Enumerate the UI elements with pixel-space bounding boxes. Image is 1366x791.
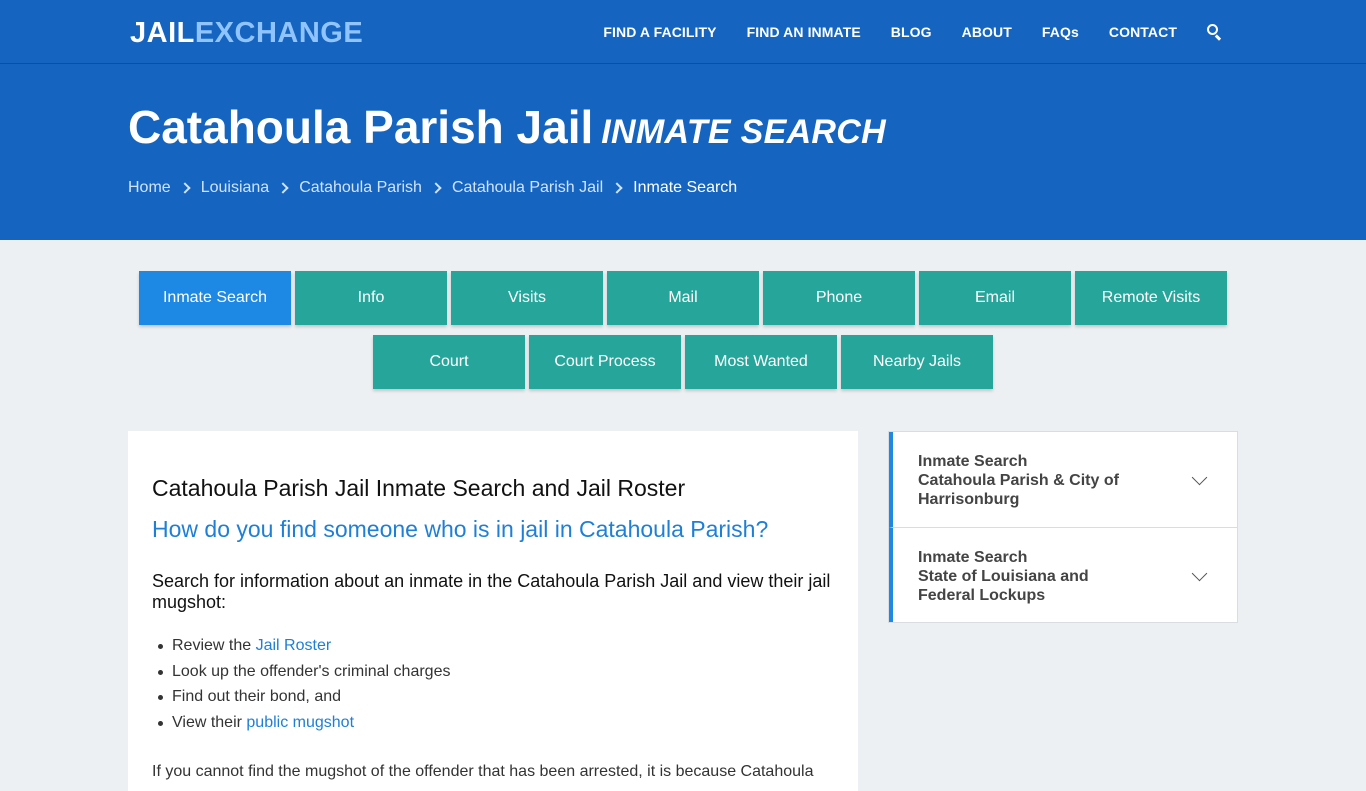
content-question: How do you find someone who is in jail i… bbox=[152, 516, 769, 542]
tab-remote-visits[interactable]: Remote Visits bbox=[1075, 271, 1227, 325]
chevron-right-icon bbox=[611, 182, 623, 194]
list-item: Find out their bond, and bbox=[158, 684, 834, 710]
main-content-card: Catahoula Parish Jail Inmate Search and … bbox=[128, 431, 858, 791]
nav-find-facility[interactable]: FIND A FACILITY bbox=[603, 24, 716, 40]
tab-court-process[interactable]: Court Process bbox=[529, 335, 681, 389]
list-item: View their public mugshot bbox=[158, 710, 834, 736]
accordion-item-louisiana-federal[interactable]: Inmate Search State of Louisiana and Fed… bbox=[889, 527, 1237, 622]
public-mugshot-link[interactable]: public mugshot bbox=[246, 714, 354, 731]
tab-mail[interactable]: Mail bbox=[607, 271, 759, 325]
accordion-item-catahoula[interactable]: Inmate Search Catahoula Parish & City of… bbox=[889, 432, 1237, 527]
chevron-down-icon[interactable] bbox=[1191, 565, 1208, 582]
content-paragraph: If you cannot find the mugshot of the of… bbox=[152, 763, 814, 780]
nav-contact[interactable]: CONTACT bbox=[1109, 24, 1177, 40]
logo-part-exchange: EXCHANGE bbox=[194, 17, 364, 49]
tab-row-1: Inmate Search Info Visits Mail Phone Ema… bbox=[0, 271, 1366, 325]
chevron-right-icon bbox=[179, 182, 191, 194]
page-title: Catahoula Parish Jail INMATE SEARCH bbox=[128, 100, 886, 154]
nav-faqs[interactable]: FAQs bbox=[1042, 24, 1079, 40]
content-intro: Search for information about an inmate i… bbox=[152, 571, 831, 612]
breadcrumb-home[interactable]: Home bbox=[128, 179, 171, 197]
hero-banner: Catahoula Parish Jail INMATE SEARCH Home … bbox=[0, 64, 1366, 240]
breadcrumb-louisiana[interactable]: Louisiana bbox=[201, 179, 270, 197]
nav-find-inmate[interactable]: FIND AN INMATE bbox=[747, 24, 861, 40]
accordion-title: Inmate Search bbox=[918, 549, 1028, 566]
accordion-subtitle: State of Louisiana and Federal Lockups bbox=[918, 568, 1089, 604]
content-heading: Catahoula Parish Jail Inmate Search and … bbox=[152, 475, 686, 501]
page-title-main: Catahoula Parish Jail bbox=[128, 101, 594, 153]
accordion-subtitle: Catahoula Parish & City of Harrisonburg bbox=[918, 472, 1119, 508]
list-item: Review the Jail Roster bbox=[158, 633, 834, 659]
nav-blog[interactable]: BLOG bbox=[891, 24, 932, 40]
facility-tabs: Inmate Search Info Visits Mail Phone Ema… bbox=[0, 271, 1366, 399]
page-title-sub: INMATE SEARCH bbox=[601, 113, 886, 151]
tab-row-2: Court Court Process Most Wanted Nearby J… bbox=[0, 335, 1366, 389]
steps-list: Review the Jail Roster Look up the offen… bbox=[158, 633, 834, 736]
tab-court[interactable]: Court bbox=[373, 335, 525, 389]
chevron-right-icon bbox=[430, 182, 442, 194]
accordion-title: Inmate Search bbox=[918, 453, 1028, 470]
search-icon[interactable] bbox=[1207, 24, 1223, 41]
breadcrumb-catahoula-parish-jail[interactable]: Catahoula Parish Jail bbox=[452, 179, 603, 197]
jail-roster-link[interactable]: Jail Roster bbox=[256, 637, 332, 654]
breadcrumb-catahoula-parish[interactable]: Catahoula Parish bbox=[299, 179, 422, 197]
tab-info[interactable]: Info bbox=[295, 271, 447, 325]
nav-about[interactable]: ABOUT bbox=[962, 24, 1012, 40]
site-logo[interactable]: JAILEXCHANGE bbox=[130, 17, 363, 50]
sidebar-accordion: Inmate Search Catahoula Parish & City of… bbox=[888, 431, 1238, 623]
chevron-down-icon[interactable] bbox=[1191, 469, 1208, 486]
main-nav: FIND A FACILITY FIND AN INMATE BLOG ABOU… bbox=[573, 0, 1223, 64]
tab-email[interactable]: Email bbox=[919, 271, 1071, 325]
breadcrumb: Home Louisiana Catahoula Parish Catahoul… bbox=[128, 179, 737, 197]
tab-phone[interactable]: Phone bbox=[763, 271, 915, 325]
tab-visits[interactable]: Visits bbox=[451, 271, 603, 325]
list-item: Look up the offender's criminal charges bbox=[158, 659, 834, 685]
tab-most-wanted[interactable]: Most Wanted bbox=[685, 335, 837, 389]
breadcrumb-current: Inmate Search bbox=[633, 179, 738, 196]
top-navbar: JAILEXCHANGE FIND A FACILITY FIND AN INM… bbox=[0, 0, 1366, 64]
tab-nearby-jails[interactable]: Nearby Jails bbox=[841, 335, 993, 389]
tab-inmate-search[interactable]: Inmate Search bbox=[139, 271, 291, 325]
logo-part-jail: JAIL bbox=[130, 17, 195, 49]
chevron-right-icon bbox=[277, 182, 289, 194]
